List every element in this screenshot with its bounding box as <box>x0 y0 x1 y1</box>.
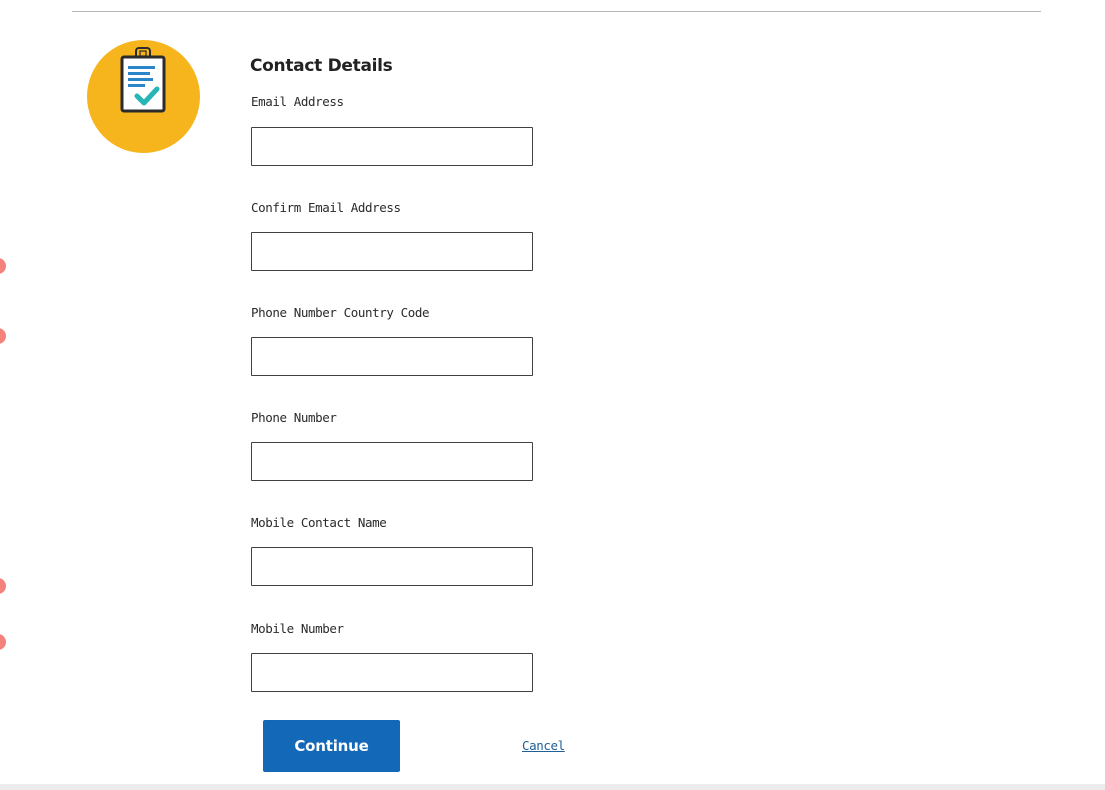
confirm-email-address-input[interactable] <box>251 232 533 271</box>
mobile-number-label: Mobile Number <box>251 621 344 636</box>
continue-button[interactable]: Continue <box>263 720 400 772</box>
confirm-email-address-label: Confirm Email Address <box>251 200 401 215</box>
cancel-link[interactable]: Cancel <box>522 738 565 753</box>
phone-country-code-label: Phone Number Country Code <box>251 305 430 320</box>
footer-band <box>0 784 1105 790</box>
section-title: Contact Details <box>250 56 393 76</box>
top-divider <box>72 11 1041 12</box>
phone-number-label: Phone Number <box>251 410 337 425</box>
clipboard-check-icon <box>87 40 200 153</box>
mobile-contact-name-input[interactable] <box>251 547 533 586</box>
mobile-contact-name-label: Mobile Contact Name <box>251 515 387 530</box>
email-address-label: Email Address <box>251 94 344 109</box>
phone-country-code-input[interactable] <box>251 337 533 376</box>
email-address-input[interactable] <box>251 127 533 166</box>
phone-number-input[interactable] <box>251 442 533 481</box>
mobile-number-input[interactable] <box>251 653 533 692</box>
side-decoration <box>0 230 8 710</box>
